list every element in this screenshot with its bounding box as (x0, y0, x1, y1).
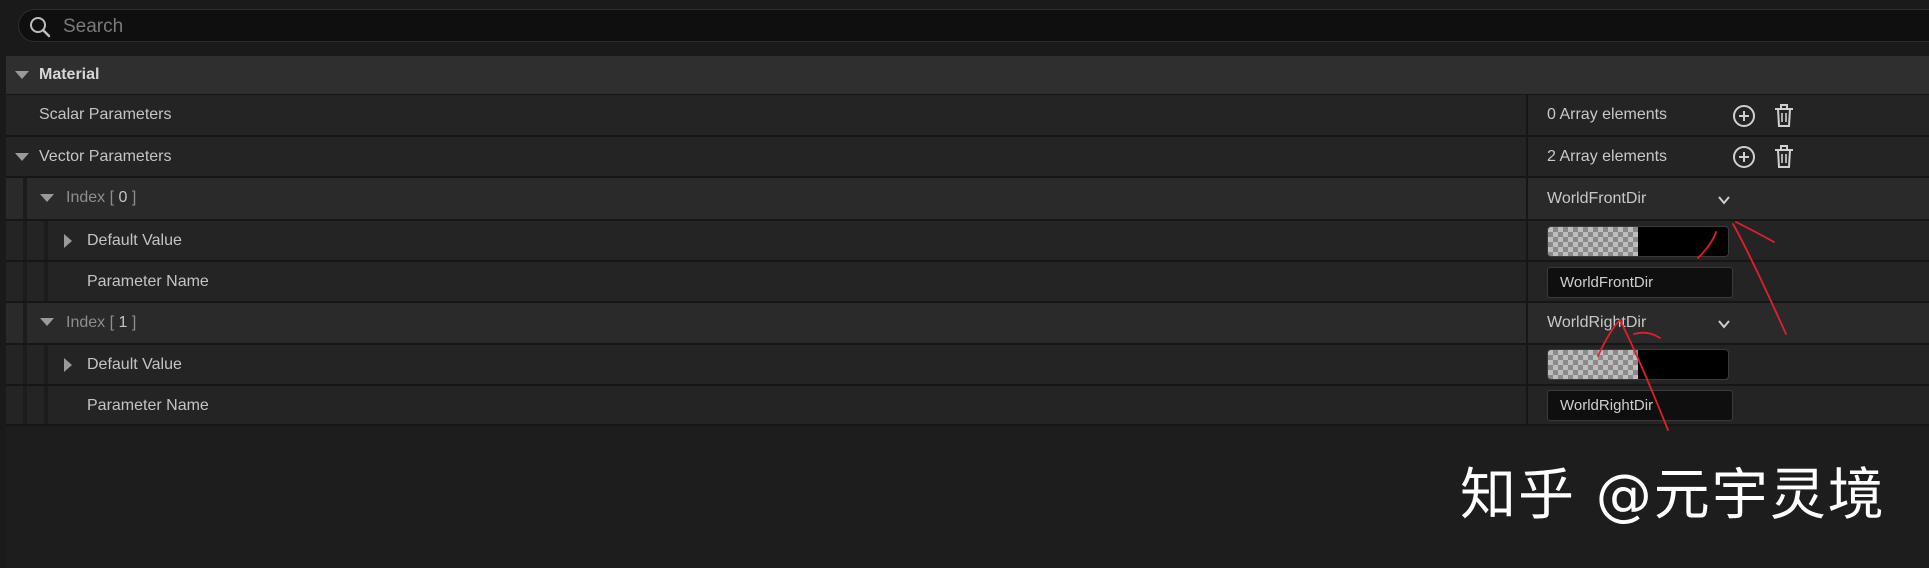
triangle-right-icon[interactable] (64, 234, 72, 248)
search-icon (30, 17, 51, 38)
plus-circle-icon[interactable] (1731, 144, 1757, 170)
property-row-parameter-name-1: Parameter Name (6, 386, 1929, 426)
property-label: Default Value (87, 232, 182, 249)
search-input[interactable] (61, 14, 1765, 40)
property-label: Default Value (87, 356, 182, 373)
triangle-down-icon[interactable] (15, 71, 29, 79)
property-label: Scalar Parameters (39, 106, 172, 123)
index-label: Index [ 1 ] (66, 314, 137, 331)
property-label: Parameter Name (87, 397, 209, 414)
indent-guide (23, 303, 27, 343)
indent-guide (23, 386, 27, 424)
watermark: 知乎 @元宇灵境 (1460, 463, 1886, 528)
column-divider[interactable] (1526, 95, 1528, 426)
indent-guide (44, 386, 48, 424)
indent-guide (23, 178, 27, 219)
property-row-scalar-parameters: Scalar Parameters 0 Array elements (6, 95, 1929, 137)
parameter-name-input[interactable] (1547, 390, 1733, 421)
color-swatch[interactable] (1547, 226, 1729, 257)
trash-icon[interactable] (1771, 103, 1797, 129)
index-label: Index [ 0 ] (66, 189, 137, 206)
triangle-down-icon[interactable] (40, 318, 54, 326)
property-row-parameter-name-0: Parameter Name (6, 262, 1929, 303)
alpha-checker (1548, 227, 1638, 256)
parameter-name-input[interactable] (1547, 267, 1733, 298)
indent-guide (44, 221, 48, 260)
index-value: WorldRightDir (1547, 314, 1647, 331)
index-value: WorldFrontDir (1547, 190, 1647, 207)
category-title: Material (39, 66, 100, 83)
property-label: Vector Parameters (39, 148, 172, 165)
chevron-down-icon[interactable] (1716, 192, 1732, 208)
triangle-down-icon[interactable] (40, 194, 54, 202)
array-count: 2 Array elements (1547, 148, 1668, 165)
triangle-right-icon[interactable] (64, 358, 72, 372)
property-row-vector-parameters[interactable]: Vector Parameters 2 Array elements (6, 137, 1929, 178)
property-label: Parameter Name (87, 273, 209, 290)
chevron-down-icon[interactable] (1716, 316, 1732, 332)
triangle-down-icon[interactable] (15, 153, 29, 161)
array-element-index-1[interactable]: Index [ 1 ] WorldRightDir (6, 303, 1929, 345)
plus-circle-icon[interactable] (1731, 103, 1757, 129)
property-row-default-value-0[interactable]: Default Value (6, 221, 1929, 262)
indent-guide (44, 262, 48, 301)
search-bar[interactable] (18, 9, 1929, 42)
trash-icon[interactable] (1771, 144, 1797, 170)
indent-guide (23, 221, 27, 260)
array-element-index-0[interactable]: Index [ 0 ] WorldFrontDir (6, 178, 1929, 221)
property-row-default-value-1[interactable]: Default Value (6, 345, 1929, 386)
indent-guide (23, 345, 27, 384)
category-header-material[interactable]: Material (6, 56, 1929, 95)
indent-guide (44, 345, 48, 384)
alpha-checker (1548, 350, 1638, 379)
indent-guide (23, 262, 27, 301)
array-count: 0 Array elements (1547, 106, 1668, 123)
color-swatch[interactable] (1547, 349, 1729, 380)
